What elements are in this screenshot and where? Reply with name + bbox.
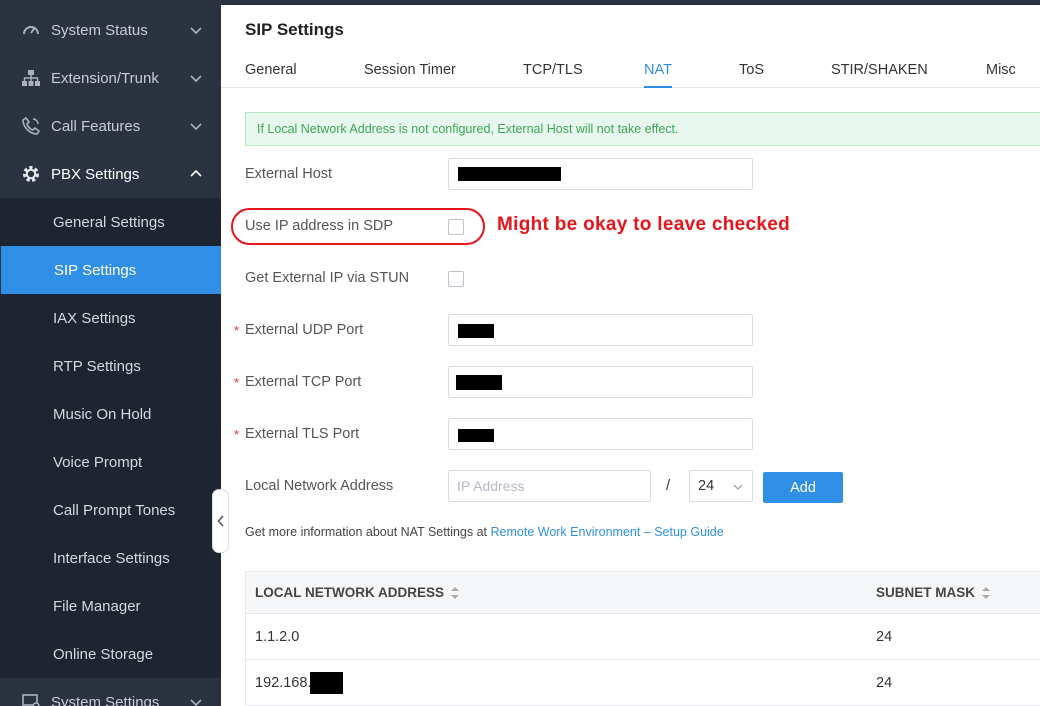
external-tls-port-label: External TLS Port xyxy=(245,426,360,442)
sidebar-item-label: PBX Settings xyxy=(51,165,140,183)
gear-icon xyxy=(20,163,42,185)
notice-banner: If Local Network Address is not configur… xyxy=(245,112,1040,146)
required-marker: * xyxy=(234,323,240,338)
column-header-label: SUBNET MASK xyxy=(876,585,976,600)
table-row: 192.168. 24 xyxy=(246,660,1040,706)
column-header-label: LOCAL NETWORK ADDRESS xyxy=(255,585,444,600)
sidebar-item-pbx-settings[interactable]: PBX Settings xyxy=(0,150,221,198)
monitor-gear-icon xyxy=(20,691,42,706)
sidebar-item-label: Extension/Trunk xyxy=(51,69,159,87)
external-host-label: External Host xyxy=(245,166,333,182)
active-tab-indicator xyxy=(644,86,672,88)
redacted-value xyxy=(456,375,502,390)
sidebar-item-online-storage[interactable]: Online Storage xyxy=(0,630,221,678)
sidebar-item-iax-settings[interactable]: IAX Settings xyxy=(0,294,221,342)
column-header-subnet-mask[interactable]: SUBNET MASK xyxy=(876,585,991,600)
subnet-separator: / xyxy=(666,478,671,494)
chevron-left-icon xyxy=(216,515,224,527)
chevron-down-icon xyxy=(733,484,743,490)
chevron-down-icon xyxy=(190,27,202,35)
sidebar-item-voice-prompt[interactable]: Voice Prompt xyxy=(0,438,221,486)
phone-icon xyxy=(20,115,42,137)
top-header-bar xyxy=(221,0,1040,5)
tab-tos[interactable]: ToS xyxy=(739,62,764,78)
cell-subnet-mask: 24 xyxy=(876,629,893,645)
sidebar-item-rtp-settings[interactable]: RTP Settings xyxy=(0,342,221,390)
redacted-value xyxy=(458,324,494,338)
sort-icon xyxy=(982,586,991,599)
sidebar-item-system-status[interactable]: System Status xyxy=(0,6,221,54)
external-tcp-port-label: External TCP Port xyxy=(245,374,362,390)
table-row: 1.1.2.0 24 xyxy=(246,614,1040,660)
sort-icon xyxy=(451,586,459,599)
chevron-down-icon xyxy=(190,123,202,131)
sidebar: System Status Extension/Trunk Call Featu… xyxy=(0,0,221,706)
subnet-mask-value: 24 xyxy=(698,478,715,494)
sidebar-item-extension-trunk[interactable]: Extension/Trunk xyxy=(0,54,221,102)
external-tcp-port-input[interactable] xyxy=(448,366,753,398)
chevron-up-icon xyxy=(190,169,202,177)
page-title: SIP Settings xyxy=(245,20,344,39)
sidebar-item-general-settings[interactable]: General Settings xyxy=(0,198,221,246)
sidebar-item-label: System Settings xyxy=(51,693,160,706)
required-marker: * xyxy=(234,375,240,390)
sidebar-item-call-prompt-tones[interactable]: Call Prompt Tones xyxy=(0,486,221,534)
setup-guide-link[interactable]: Remote Work Environment – Setup Guide xyxy=(491,525,724,539)
gauge-icon xyxy=(20,19,42,41)
sidebar-item-sip-settings[interactable]: SIP Settings xyxy=(1,246,221,294)
sidebar-item-label: Call Features xyxy=(51,117,141,135)
external-udp-port-label: External UDP Port xyxy=(245,322,364,338)
column-header-local-network-address[interactable]: LOCAL NETWORK ADDRESS xyxy=(255,585,460,600)
cell-local-network-address: 1.1.2.0 xyxy=(255,629,300,645)
nat-info-text: Get more information about NAT Settings … xyxy=(245,525,724,539)
ip-address-input[interactable]: IP Address xyxy=(448,470,651,502)
cell-subnet-mask: 24 xyxy=(876,675,893,691)
network-icon xyxy=(20,67,42,89)
tab-general[interactable]: General xyxy=(245,62,297,78)
local-network-table: LOCAL NETWORK ADDRESS SUBNET MASK 1.1.2.… xyxy=(245,571,1040,706)
required-marker: * xyxy=(234,427,240,442)
cell-local-network-address: 192.168. xyxy=(255,675,312,691)
sidebar-item-music-on-hold[interactable]: Music On Hold xyxy=(0,390,221,438)
external-host-input[interactable] xyxy=(448,158,753,190)
tab-stir-shaken[interactable]: STIR/SHAKEN xyxy=(831,62,928,78)
local-network-address-label: Local Network Address xyxy=(245,478,394,494)
nat-info-prefix: Get more information about NAT Settings … xyxy=(245,525,491,539)
get-external-ip-stun-checkbox[interactable] xyxy=(448,271,464,287)
redacted-value xyxy=(458,167,561,181)
subnet-mask-select[interactable]: 24 xyxy=(689,470,753,502)
tab-bar: General Session Timer TCP/TLS NAT ToS ST… xyxy=(221,56,1040,88)
chevron-down-icon xyxy=(190,75,202,83)
sidebar-collapse-toggle[interactable] xyxy=(212,489,229,553)
chevron-down-icon xyxy=(190,699,202,706)
redacted-value xyxy=(310,672,343,694)
add-button[interactable]: Add xyxy=(763,472,843,503)
tab-misc[interactable]: Misc xyxy=(986,62,1016,78)
tab-tcp-tls[interactable]: TCP/TLS xyxy=(523,62,583,78)
get-external-ip-stun-label: Get External IP via STUN xyxy=(245,270,410,286)
sidebar-item-interface-settings[interactable]: Interface Settings xyxy=(0,534,221,582)
sidebar-item-call-features[interactable]: Call Features xyxy=(0,102,221,150)
sidebar-item-file-manager[interactable]: File Manager xyxy=(0,582,221,630)
external-tls-port-input[interactable] xyxy=(448,418,753,450)
annotation-note: Might be okay to leave checked xyxy=(497,214,791,235)
sidebar-item-label: System Status xyxy=(51,21,148,39)
redacted-value xyxy=(458,429,494,442)
external-udp-port-input[interactable] xyxy=(448,314,753,346)
annotation-circle xyxy=(231,208,485,245)
tab-nat[interactable]: NAT xyxy=(644,62,672,78)
sidebar-item-system-settings[interactable]: System Settings xyxy=(0,678,221,706)
tab-session-timer[interactable]: Session Timer xyxy=(364,62,456,78)
table-header: LOCAL NETWORK ADDRESS SUBNET MASK xyxy=(246,572,1040,614)
